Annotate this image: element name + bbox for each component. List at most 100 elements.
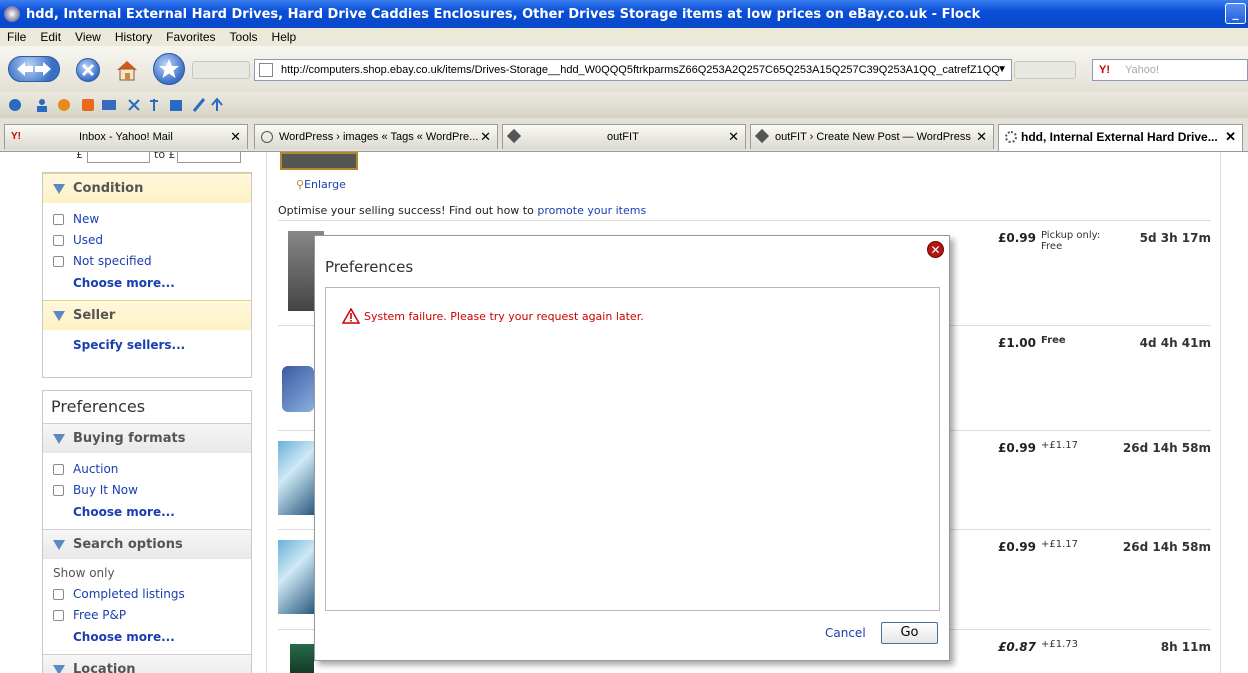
share-tools-group[interactable] bbox=[192, 61, 250, 79]
close-tab-icon[interactable]: ✕ bbox=[976, 125, 987, 149]
search-bar[interactable]: Y! Yahoo! bbox=[1092, 59, 1248, 81]
listing-thumbnail[interactable] bbox=[290, 644, 314, 673]
collapse-triangle-icon bbox=[53, 311, 65, 321]
tab-yahoo-mail[interactable]: Y! Inbox - Yahoo! Mail ✕ bbox=[4, 124, 248, 149]
condition-header[interactable]: Condition bbox=[43, 173, 251, 203]
close-tab-icon[interactable]: ✕ bbox=[1225, 125, 1236, 149]
promote-items-link[interactable]: promote your items bbox=[537, 204, 646, 217]
loading-icon bbox=[1005, 131, 1017, 143]
specify-sellers-link[interactable]: Specify sellers... bbox=[43, 334, 251, 356]
flock-tools-icons[interactable] bbox=[4, 92, 244, 118]
format-buy-it-now[interactable]: Buy It Now bbox=[43, 480, 251, 501]
price-to-input[interactable] bbox=[177, 152, 241, 163]
home-icon bbox=[117, 61, 137, 81]
format-auction[interactable]: Auction bbox=[43, 459, 251, 480]
checkbox[interactable] bbox=[53, 485, 64, 496]
listing-thumbnail[interactable] bbox=[278, 441, 314, 515]
minimize-button[interactable]: _ bbox=[1225, 3, 1246, 24]
listing-postage: +£1.17 bbox=[1041, 539, 1079, 550]
checkbox[interactable] bbox=[53, 235, 64, 246]
page-tools-group[interactable] bbox=[1014, 61, 1076, 79]
price-from-prefix: £ bbox=[76, 152, 83, 161]
go-button[interactable]: Go bbox=[881, 622, 938, 644]
condition-used[interactable]: Used bbox=[43, 230, 251, 251]
wordpress-icon bbox=[261, 131, 273, 143]
cube-icon bbox=[506, 128, 522, 144]
listing-thumbnail[interactable] bbox=[282, 366, 314, 412]
close-tab-icon[interactable]: ✕ bbox=[480, 125, 491, 149]
tab-wordpress-images[interactable]: WordPress › images « Tags « WordPre... ✕ bbox=[254, 124, 498, 149]
menu-edit[interactable]: Edit bbox=[33, 30, 68, 44]
window-title-bar: hdd, Internal External Hard Drives, Hard… bbox=[0, 0, 1248, 28]
yahoo-search-icon: Y! bbox=[1099, 64, 1110, 76]
condition-choose-more-link[interactable]: Choose more... bbox=[43, 272, 251, 294]
preferences-box: Preferences Buying formats Auction Buy I… bbox=[42, 390, 252, 673]
menu-file[interactable]: File bbox=[0, 30, 33, 44]
price-to-label: to £ bbox=[154, 152, 176, 161]
collapse-triangle-icon bbox=[53, 184, 65, 194]
option-completed-listings[interactable]: Completed listings bbox=[43, 584, 251, 605]
close-tab-icon[interactable]: ✕ bbox=[728, 125, 739, 149]
dropdown-arrow-icon[interactable]: ▼ bbox=[997, 60, 1007, 80]
seller-header[interactable]: Seller bbox=[43, 300, 251, 330]
cancel-link[interactable]: Cancel bbox=[825, 626, 866, 640]
back-forward-button[interactable] bbox=[8, 56, 60, 82]
stop-button[interactable] bbox=[76, 58, 100, 82]
error-text: System failure. Please try your request … bbox=[364, 309, 644, 323]
listing-postage: Free bbox=[1041, 335, 1066, 346]
enlarge-link[interactable]: ⚲Enlarge bbox=[296, 178, 346, 191]
condition-not-specified[interactable]: Not specified bbox=[43, 251, 251, 272]
collapse-triangle-icon bbox=[53, 665, 65, 673]
search-options-header[interactable]: Search options bbox=[43, 529, 251, 559]
checkbox[interactable] bbox=[53, 256, 64, 267]
enlarge-label: Enlarge bbox=[304, 178, 346, 191]
condition-title: Condition bbox=[73, 181, 144, 196]
featured-item-image[interactable] bbox=[280, 152, 358, 170]
listing-postage: +£1.17 bbox=[1041, 440, 1079, 451]
address-url: http://computers.shop.ebay.co.uk/items/D… bbox=[281, 64, 1000, 76]
show-only-label: Show only bbox=[53, 566, 115, 580]
listing-thumbnail[interactable] bbox=[278, 540, 314, 614]
price-from-input[interactable] bbox=[87, 152, 150, 163]
menu-help[interactable]: Help bbox=[265, 30, 304, 44]
listing-price: £0.99 bbox=[998, 540, 1036, 554]
menu-bar: File Edit View History Favorites Tools H… bbox=[0, 28, 1248, 46]
listing-time-left: 5d 3h 17m bbox=[1139, 231, 1211, 245]
promo-text: Optimise your selling success! Find out … bbox=[278, 204, 534, 217]
listing-price: £0.99 bbox=[998, 231, 1036, 245]
condition-new[interactable]: New bbox=[43, 209, 251, 230]
checkbox[interactable] bbox=[53, 214, 64, 225]
tab-label: WordPress › images « Tags « WordPre... bbox=[279, 131, 479, 143]
option-free-pp[interactable]: Free P&P bbox=[43, 605, 251, 626]
checkbox[interactable] bbox=[53, 464, 64, 475]
favorites-star-button[interactable] bbox=[153, 53, 185, 85]
formats-choose-more-link[interactable]: Choose more... bbox=[43, 501, 251, 523]
flock-logo-icon bbox=[4, 6, 20, 22]
menu-tools[interactable]: Tools bbox=[223, 30, 265, 44]
menu-view[interactable]: View bbox=[68, 30, 108, 44]
checkbox[interactable] bbox=[53, 589, 64, 600]
tab-outfit[interactable]: outFIT ✕ bbox=[502, 124, 746, 149]
tab-outfit-create-post[interactable]: outFIT › Create New Post — WordPress ✕ bbox=[750, 124, 994, 149]
tab-label: hdd, Internal External Hard Drive... bbox=[1021, 130, 1218, 144]
format-label: Auction bbox=[73, 462, 119, 476]
close-tab-icon[interactable]: ✕ bbox=[230, 125, 241, 149]
close-dialog-button[interactable]: ✕ bbox=[927, 241, 944, 258]
search-options-title: Search options bbox=[73, 537, 183, 552]
menu-favorites[interactable]: Favorites bbox=[159, 30, 222, 44]
tab-strip: Y! Inbox - Yahoo! Mail ✕ WordPress › ima… bbox=[0, 118, 1248, 152]
checkbox[interactable] bbox=[53, 610, 64, 621]
star-icon bbox=[159, 59, 179, 78]
options-choose-more-link[interactable]: Choose more... bbox=[43, 626, 251, 648]
menu-history[interactable]: History bbox=[108, 30, 159, 44]
preferences-dialog: Preferences ✕ System failure. Please try… bbox=[314, 235, 950, 661]
condition-label: Used bbox=[73, 233, 104, 247]
tab-ebay-hdd[interactable]: hdd, Internal External Hard Drive... ✕ bbox=[998, 124, 1243, 151]
home-button[interactable] bbox=[114, 58, 140, 82]
buying-formats-header[interactable]: Buying formats bbox=[43, 423, 251, 453]
listing-time-left: 26d 14h 58m bbox=[1122, 540, 1211, 554]
location-header[interactable]: Location bbox=[43, 654, 251, 673]
column-divider bbox=[266, 152, 267, 673]
warning-icon bbox=[342, 308, 360, 324]
address-bar[interactable]: http://computers.shop.ebay.co.uk/items/D… bbox=[254, 59, 1012, 81]
